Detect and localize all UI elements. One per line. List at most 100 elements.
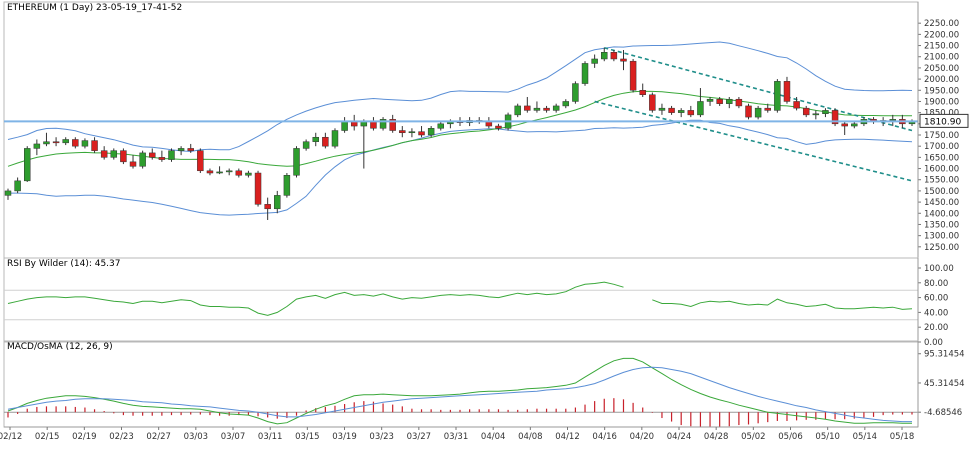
price-tick-label: 2050.00 bbox=[924, 64, 959, 74]
candle-bullish bbox=[331, 130, 339, 147]
date-tick-label: 03/07 bbox=[221, 432, 246, 442]
candle-bullish bbox=[225, 170, 233, 173]
price-tick-label: 1450.00 bbox=[924, 198, 959, 208]
candle-bearish bbox=[91, 140, 98, 151]
candle-bullish bbox=[552, 105, 560, 111]
candle-bearish bbox=[129, 161, 137, 167]
candle-bullish bbox=[851, 123, 858, 127]
candle-bullish bbox=[706, 98, 714, 102]
date-tick-label: 03/19 bbox=[332, 432, 357, 442]
candle-bearish bbox=[254, 172, 262, 205]
candle-bullish bbox=[139, 152, 146, 167]
date-tick-label: 02/27 bbox=[146, 432, 171, 442]
candle-bullish bbox=[572, 83, 579, 102]
candle-bearish bbox=[745, 105, 752, 118]
price-tick-label: 1900.00 bbox=[924, 97, 959, 107]
candle-bullish bbox=[437, 123, 444, 129]
candle-bearish bbox=[52, 141, 60, 144]
date-tick-label: 04/24 bbox=[667, 432, 692, 442]
date-tick-label: 02/15 bbox=[35, 432, 60, 442]
candle-bearish bbox=[495, 125, 502, 129]
candle-bullish bbox=[341, 121, 348, 131]
date-tick-label: 03/27 bbox=[407, 432, 432, 442]
candle-bullish bbox=[245, 172, 252, 176]
date-tick-label: 03/03 bbox=[184, 432, 209, 442]
rsi-tick-label: 20.00 bbox=[924, 323, 948, 333]
date-tick-label: 03/11 bbox=[258, 432, 283, 442]
candle-bearish bbox=[187, 148, 194, 151]
candle-bearish bbox=[841, 123, 848, 127]
candle-bullish bbox=[822, 110, 829, 115]
candle-bearish bbox=[629, 60, 637, 91]
candle-bullish bbox=[658, 107, 666, 111]
candle-bullish bbox=[62, 139, 69, 144]
price-tick-label: 1600.00 bbox=[924, 165, 959, 175]
macd-tick-label: 45.31454 bbox=[924, 379, 965, 389]
candle-bullish bbox=[889, 119, 896, 121]
chart-root: 2250.002200.00 2150.002100.002050.002000.… bbox=[0, 0, 975, 455]
price-tick-label: 2000.00 bbox=[924, 75, 959, 85]
date-tick-label: 05/10 bbox=[815, 432, 840, 442]
candle-bullish bbox=[697, 101, 704, 116]
candle-bearish bbox=[649, 94, 656, 111]
date-tick-label: 02/23 bbox=[109, 432, 134, 442]
candle-bullish bbox=[81, 140, 89, 147]
date-tick-label: 04/08 bbox=[518, 432, 543, 442]
candle-bearish bbox=[370, 121, 377, 129]
candle-bullish bbox=[601, 52, 608, 60]
price-tick-label: 1350.00 bbox=[924, 220, 959, 230]
candle-bullish bbox=[408, 131, 416, 134]
date-tick-label: 03/23 bbox=[369, 432, 394, 442]
date-tick-label: 05/02 bbox=[741, 432, 766, 442]
candle-bullish bbox=[14, 180, 21, 192]
candle-bearish bbox=[264, 204, 271, 210]
candle-bullish bbox=[4, 190, 12, 196]
candle-bearish bbox=[543, 107, 550, 111]
rsi-tick-label: 0.00 bbox=[924, 338, 943, 348]
candle-bullish bbox=[216, 171, 223, 174]
date-tick-label: 04/20 bbox=[630, 432, 655, 442]
macd-tick-label: 95.31454 bbox=[924, 350, 965, 360]
candle-bearish bbox=[399, 130, 406, 134]
macd-tick-label: -4.68546 bbox=[924, 408, 962, 418]
date-tick-label: 05/14 bbox=[853, 432, 878, 442]
date-tick-label: 02/12 bbox=[0, 432, 22, 442]
candle-bearish bbox=[235, 170, 243, 176]
candle-bullish bbox=[43, 141, 50, 145]
candle-bearish bbox=[120, 150, 127, 163]
candle-bullish bbox=[293, 148, 300, 176]
candle-bullish bbox=[177, 148, 185, 151]
candle-bullish bbox=[274, 195, 281, 210]
price-tick-label: 2150.00 bbox=[924, 42, 959, 52]
rsi-tick-label: 80.00 bbox=[924, 279, 948, 289]
candle-bearish bbox=[100, 150, 108, 158]
candle-bullish bbox=[33, 143, 41, 149]
rsi-tick-label: 40.00 bbox=[924, 308, 948, 318]
candle-bullish bbox=[168, 150, 175, 160]
candle-bullish bbox=[562, 101, 570, 107]
candle-bullish bbox=[774, 81, 781, 111]
price-tick-label: 2250.00 bbox=[924, 19, 959, 29]
candle-bearish bbox=[610, 52, 618, 60]
candle-bearish bbox=[620, 58, 627, 62]
candle-bearish bbox=[764, 107, 771, 111]
macd-title: MACD/OsMA (12, 26, 9) bbox=[7, 342, 113, 352]
chart-title: ETHEREUM (1 Day) 23-05-19_17-41-52 bbox=[7, 3, 182, 13]
candle-bullish bbox=[677, 110, 685, 113]
date-tick-label: 05/18 bbox=[890, 432, 915, 442]
candle-bullish bbox=[754, 107, 762, 118]
candle-bullish bbox=[533, 107, 541, 111]
candle-bearish bbox=[322, 136, 329, 147]
date-tick-label: 04/28 bbox=[704, 432, 729, 442]
candle-bearish bbox=[197, 150, 204, 172]
date-tick-label: 04/04 bbox=[481, 432, 506, 442]
date-tick-label: 03/15 bbox=[295, 432, 320, 442]
candle-bullish bbox=[302, 141, 310, 149]
candle-bullish bbox=[581, 63, 589, 84]
date-tick-label: 03/31 bbox=[444, 432, 469, 442]
price-tick-label: 1550.00 bbox=[924, 176, 959, 186]
candle-bearish bbox=[158, 157, 166, 160]
candle-bullish bbox=[427, 128, 435, 136]
date-tick-label: 02/19 bbox=[72, 432, 97, 442]
price-tick-label: 1300.00 bbox=[924, 232, 959, 242]
